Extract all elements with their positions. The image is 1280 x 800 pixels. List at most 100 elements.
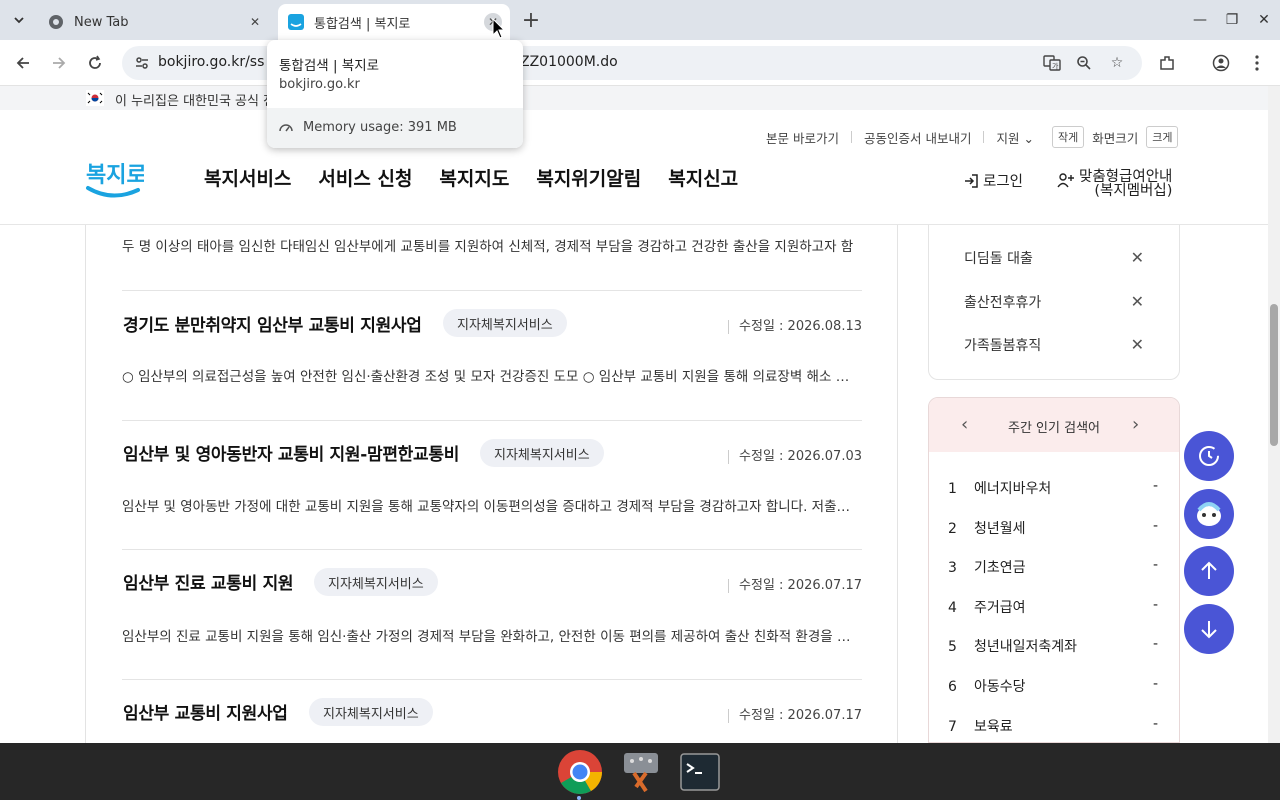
result-description: 두 명 이상의 태아를 임신한 다태임신 임산부에게 교통비를 지원하여 신체적… <box>122 239 854 255</box>
popular-item[interactable]: 7 보육료 - <box>948 716 1158 736</box>
reload-icon[interactable] <box>83 51 107 75</box>
nav-crisis-alert[interactable]: 복지위기알림 <box>536 164 641 191</box>
tab-hover-card: 통합검색 | 복지로 bokjiro.go.kr Memory usage: 3… <box>267 40 523 148</box>
menu-kebab-icon[interactable] <box>1245 51 1269 75</box>
chrome-icon <box>48 14 64 30</box>
tab-strip: New Tab ✕ 통합검색 | 복지로 ✕ + — ❐ ✕ <box>0 0 1280 40</box>
mouse-cursor-icon <box>492 18 506 39</box>
taskbar <box>0 743 1280 800</box>
history-icon <box>1199 446 1219 466</box>
close-icon[interactable]: ✕ <box>1131 292 1144 311</box>
result-description: ○ 임산부의 의료접근성을 높여 안전한 임신·출산환경 조성 및 모자 건강증… <box>122 369 860 385</box>
window-controls: — ❐ ✕ <box>1184 0 1280 40</box>
bookmark-star-icon[interactable]: ☆ <box>1107 53 1127 73</box>
site-header: 본문 바로가기 공동인증서 내보내기 지원 ⌄ 작게 화면크기 크게 복지로 복… <box>0 110 1268 225</box>
page-scrollbar[interactable] <box>1268 86 1280 743</box>
chevron-right-icon[interactable]: › <box>1132 414 1139 435</box>
scroll-bottom-button[interactable] <box>1184 604 1234 654</box>
tab-bokjiro[interactable]: 통합검색 | 복지로 ✕ <box>278 4 510 40</box>
nav-service-apply[interactable]: 서비스 신청 <box>318 164 412 191</box>
chevron-down-icon <box>14 17 24 24</box>
recent-history-button[interactable] <box>1184 431 1234 481</box>
popular-header: ‹ 주간 인기 검색어 › <box>929 398 1179 452</box>
modified-date: 수정일 : 2026.07.17 <box>728 574 862 593</box>
category-badge: 지자체복지서비스 <box>480 439 604 467</box>
chatbot-icon <box>1197 502 1221 526</box>
login-link[interactable]: 로그인 <box>963 170 1023 191</box>
gov-banner: 이 누리집은 대한민국 공식 전 <box>0 86 1268 110</box>
recent-search-item[interactable]: 출산전후휴가 ✕ <box>964 292 1154 312</box>
result-title[interactable]: 임산부 진료 교통비 지원 <box>123 569 294 594</box>
tab-search-button[interactable] <box>6 8 32 32</box>
new-tab-button[interactable]: + <box>520 8 542 33</box>
chrome-taskbar-icon[interactable] <box>556 748 604 796</box>
back-icon[interactable] <box>11 51 35 75</box>
site-info-icon[interactable] <box>134 55 150 75</box>
profile-icon[interactable] <box>1209 51 1233 75</box>
restore-icon[interactable]: ❐ <box>1216 0 1248 40</box>
close-icon[interactable]: ✕ <box>1131 248 1144 267</box>
result-description: 임산부의 진료 교통비 지원을 통해 임신·출산 가정의 경제적 부담을 완화하… <box>122 629 860 645</box>
modified-date: 수정일 : 2026.07.03 <box>728 445 862 464</box>
close-icon[interactable]: ✕ <box>246 13 264 31</box>
region-select[interactable]: 지원 ⌄ <box>996 128 1033 147</box>
result-title[interactable]: 경기도 분만취약지 임산부 교통비 지원사업 <box>123 311 422 336</box>
modified-date: 수정일 : 2026.07.17 <box>728 704 862 723</box>
recent-search-item[interactable]: 가족돌봄휴직 ✕ <box>964 335 1154 355</box>
category-badge: 지자체복지서비스 <box>443 309 567 337</box>
scroll-top-button[interactable] <box>1184 546 1234 596</box>
popular-item[interactable]: 4 주거급여 - <box>948 597 1158 617</box>
font-large-button[interactable]: 크게 <box>1146 126 1179 148</box>
font-small-button[interactable]: 작게 <box>1051 126 1085 148</box>
popular-item[interactable]: 6 아동수당 - <box>948 676 1158 696</box>
modified-date: 수정일 : 2026.08.13 <box>728 315 862 334</box>
login-icon <box>965 173 978 188</box>
results-panel <box>85 225 898 743</box>
popular-item[interactable]: 3 기초연금 - <box>948 557 1158 577</box>
close-icon[interactable]: ✕ <box>1131 335 1144 354</box>
hover-card-domain: bokjiro.go.kr <box>279 77 360 92</box>
utility-nav: 본문 바로가기 공동인증서 내보내기 지원 ⌄ 작게 화면크기 크게 <box>766 126 1179 148</box>
add-user-icon <box>1057 173 1074 188</box>
category-badge: 지자체복지서비스 <box>309 698 433 726</box>
app-launcher-taskbar-icon[interactable] <box>616 748 664 796</box>
forward-icon[interactable] <box>47 51 71 75</box>
tab-title: New Tab <box>74 14 129 30</box>
url-text-tail: ZZ01000M.do <box>520 54 618 70</box>
minimize-icon[interactable]: — <box>1184 0 1216 40</box>
chatbot-button[interactable] <box>1184 489 1234 539</box>
memory-usage: Memory usage: 391 MB <box>267 108 523 148</box>
popular-title: 주간 인기 검색어 <box>1008 421 1100 436</box>
browser-toolbar: bokjiro.go.kr/ss ZZ01000M.do 가 ☆ <box>0 40 1280 86</box>
svg-text:가: 가 <box>1052 62 1059 71</box>
custom-benefit-link[interactable]: 맞춤형급여안내 (복지멤버십) <box>1057 170 1172 198</box>
scrollbar-thumb[interactable] <box>1270 304 1278 446</box>
gov-banner-text: 이 누리집은 대한민국 공식 전 <box>115 94 276 109</box>
close-window-icon[interactable]: ✕ <box>1248 0 1280 40</box>
export-cert-link[interactable]: 공동인증서 내보내기 <box>864 128 971 147</box>
popular-item[interactable]: 2 청년월세 - <box>948 518 1158 538</box>
result-title[interactable]: 임산부 교통비 지원사업 <box>123 699 288 724</box>
memory-gauge-icon <box>279 124 293 132</box>
tab-new-tab[interactable]: New Tab ✕ <box>38 4 272 40</box>
skip-to-content-link[interactable]: 본문 바로가기 <box>766 128 839 147</box>
arrow-down-icon <box>1201 621 1217 639</box>
category-badge: 지자체복지서비스 <box>314 568 438 596</box>
extensions-icon[interactable] <box>1155 51 1179 75</box>
bokjiro-favicon-icon <box>288 14 304 30</box>
recent-search-item[interactable]: 디딤돌 대출 ✕ <box>964 248 1154 268</box>
bokjiro-logo[interactable]: 복지로 <box>84 154 144 202</box>
nav-welfare-service[interactable]: 복지서비스 <box>204 164 291 191</box>
zoom-icon[interactable] <box>1074 53 1094 73</box>
terminal-taskbar-icon[interactable] <box>676 748 724 796</box>
popular-item[interactable]: 1 에너지바우처 - <box>948 478 1158 498</box>
nav-welfare-report[interactable]: 복지신고 <box>668 164 738 191</box>
nav-welfare-map[interactable]: 복지지도 <box>439 164 509 191</box>
popular-item[interactable]: 5 청년내일저축계좌 - <box>948 636 1158 656</box>
result-title[interactable]: 임산부 및 영아동반자 교통비 지원-맘편한교통비 <box>123 440 459 465</box>
running-indicator <box>577 796 581 800</box>
svg-text:복지로: 복지로 <box>86 163 144 188</box>
chevron-down-icon: ⌄ <box>1023 130 1034 146</box>
translate-icon[interactable]: 가 <box>1042 53 1062 73</box>
hover-card-title: 통합검색 | 복지로 <box>279 58 380 74</box>
